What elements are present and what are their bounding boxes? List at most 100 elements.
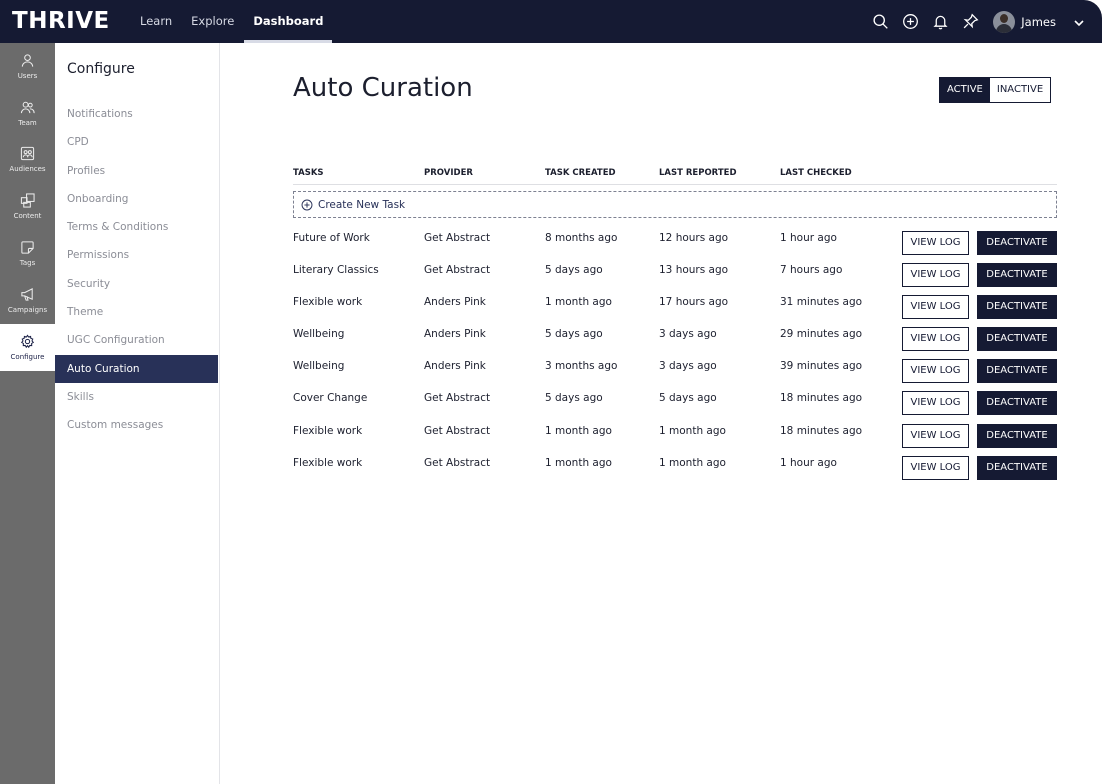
cell-task: Wellbeing	[293, 360, 345, 373]
table-row: Wellbeing Anders Pink 3 months ago 3 day…	[293, 357, 1057, 389]
column-header-provider: PROVIDER	[424, 168, 473, 178]
cell-task: Flexible work	[293, 456, 363, 469]
user-name[interactable]: James	[1021, 15, 1056, 29]
add-circle-icon[interactable]	[901, 13, 919, 31]
chevron-down-icon[interactable]	[1072, 15, 1086, 29]
main-content: Auto Curation ACTIVE INACTIVE TASKS PROV…	[220, 43, 1102, 784]
view-log-button[interactable]: VIEW LOG	[902, 391, 969, 416]
cell-checked: 1 hour ago	[780, 232, 837, 244]
deactivate-button[interactable]: DEACTIVATE	[977, 359, 1057, 384]
cell-checked: 39 minutes ago	[780, 360, 863, 373]
column-header-tasks: TASKS	[293, 168, 324, 178]
cell-task: Literary Classics	[293, 264, 379, 277]
nav-explore[interactable]: Explore	[191, 0, 234, 43]
create-new-task-button[interactable]: Create New Task	[293, 191, 1057, 218]
view-log-button[interactable]: VIEW LOG	[902, 359, 969, 384]
nav-dashboard[interactable]: Dashboard	[244, 0, 333, 43]
deactivate-button[interactable]: DEACTIVATE	[977, 327, 1057, 352]
deactivate-button[interactable]: DEACTIVATE	[977, 455, 1057, 480]
cell-checked: 29 minutes ago	[780, 328, 863, 341]
bell-icon[interactable]	[931, 13, 949, 31]
rail-item-content[interactable]: Content	[0, 183, 55, 230]
sidebar-item-onboarding[interactable]: Onboarding	[55, 185, 218, 213]
deactivate-button[interactable]: DEACTIVATE	[977, 295, 1057, 320]
cell-task: Flexible work	[293, 296, 363, 309]
sidebar-item-permissions[interactable]: Permissions	[55, 241, 218, 269]
sidebar-item-ugc-configuration[interactable]: UGC Configuration	[55, 326, 218, 354]
table-row: Wellbeing Anders Pink 5 days ago 3 days …	[293, 325, 1057, 357]
sidebar-item-profiles[interactable]: Profiles	[55, 157, 218, 185]
deactivate-button[interactable]: DEACTIVATE	[977, 263, 1057, 288]
table-row: Cover Change Get Abstract 5 days ago 5 d…	[293, 389, 1057, 421]
rail-item-users[interactable]: Users	[0, 43, 55, 90]
cell-reported: 12 hours ago	[659, 232, 729, 244]
add-circle-icon	[301, 199, 313, 210]
sidebar-item-skills[interactable]: Skills	[55, 383, 218, 411]
rail-item-team[interactable]: Team	[0, 90, 55, 137]
cell-created: 5 days ago	[545, 264, 603, 277]
table-row: Literary Classics Get Abstract 5 days ag…	[293, 261, 1057, 293]
cell-provider: Anders Pink	[424, 360, 486, 373]
table-row: Future of Work Get Abstract 8 months ago…	[293, 229, 1057, 261]
toggle-active[interactable]: ACTIVE	[940, 78, 990, 102]
sidebar-list: Notifications CPD Profiles Onboarding Te…	[55, 100, 218, 440]
table-body: Future of Work Get Abstract 8 months ago…	[293, 229, 1057, 486]
rail-label: Team	[18, 118, 37, 127]
view-log-button[interactable]: VIEW LOG	[902, 455, 969, 480]
view-log-button[interactable]: VIEW LOG	[902, 263, 969, 288]
rail-item-tags[interactable]: Tags	[0, 230, 55, 277]
cell-reported: 13 hours ago	[659, 264, 729, 277]
nav-learn[interactable]: Learn	[140, 0, 172, 43]
pin-icon[interactable]	[961, 13, 979, 31]
column-header-last-checked: LAST CHECKED	[780, 168, 852, 178]
content-icon	[20, 193, 35, 208]
cell-provider: Get Abstract	[424, 264, 491, 277]
cell-reported: 3 days ago	[659, 328, 717, 341]
view-log-button[interactable]: VIEW LOG	[902, 327, 969, 352]
cell-provider: Get Abstract	[424, 456, 491, 469]
rail-item-campaigns[interactable]: Campaigns	[0, 277, 55, 324]
cell-created: 5 days ago	[545, 328, 603, 341]
logo[interactable]: THRIVE	[12, 8, 110, 34]
sidebar-item-theme[interactable]: Theme	[55, 298, 218, 326]
rail-label: Configure	[10, 352, 45, 361]
cell-task: Future of Work	[293, 232, 370, 244]
sidebar-item-terms[interactable]: Terms & Conditions	[55, 213, 218, 241]
table-row: Flexible work Get Abstract 1 month ago 1…	[293, 422, 1057, 454]
rail-item-configure[interactable]: Configure	[0, 323, 55, 371]
tag-icon	[21, 241, 34, 254]
gear-icon	[20, 334, 35, 348]
cell-provider: Get Abstract	[424, 392, 491, 405]
sidebar-item-cpd[interactable]: CPD	[55, 128, 218, 156]
cell-reported: 5 days ago	[659, 392, 717, 405]
cell-reported: 1 month ago	[659, 456, 726, 469]
cell-provider: Get Abstract	[424, 232, 491, 244]
cell-provider: Get Abstract	[424, 424, 491, 437]
avatar[interactable]	[993, 10, 1016, 33]
view-log-button[interactable]: VIEW LOG	[902, 231, 969, 255]
deactivate-button[interactable]: DEACTIVATE	[977, 231, 1057, 255]
view-log-button[interactable]: VIEW LOG	[902, 295, 969, 320]
sidebar-item-notifications[interactable]: Notifications	[55, 100, 218, 128]
rail-label: Audiences	[9, 165, 46, 174]
rail-item-audiences[interactable]: Audiences	[0, 137, 55, 184]
icon-rail: Users Team Audiences Content Tags Campai…	[0, 43, 55, 784]
sidebar-item-custom-messages[interactable]: Custom messages	[55, 411, 218, 439]
sidebar-item-auto-curation[interactable]: Auto Curation	[55, 354, 218, 383]
deactivate-button[interactable]: DEACTIVATE	[977, 423, 1057, 448]
cell-checked: 1 hour ago	[780, 456, 837, 469]
view-log-button[interactable]: VIEW LOG	[902, 423, 969, 448]
table-header: TASKS PROVIDER TASK CREATED LAST REPORTE…	[293, 167, 1057, 185]
rail-label: Users	[17, 71, 38, 80]
cell-created: 8 months ago	[545, 232, 618, 244]
deactivate-button[interactable]: DEACTIVATE	[977, 391, 1057, 416]
rail-label: Campaigns	[7, 305, 48, 314]
cell-reported: 3 days ago	[659, 360, 717, 373]
sidebar-title: Configure	[67, 61, 135, 77]
sidebar-item-security[interactable]: Security	[55, 270, 218, 298]
column-header-task-created: TASK CREATED	[545, 168, 616, 178]
toggle-inactive[interactable]: INACTIVE	[989, 78, 1051, 102]
search-icon[interactable]	[871, 13, 889, 31]
cell-provider: Anders Pink	[424, 296, 486, 309]
cell-checked: 31 minutes ago	[780, 296, 863, 309]
